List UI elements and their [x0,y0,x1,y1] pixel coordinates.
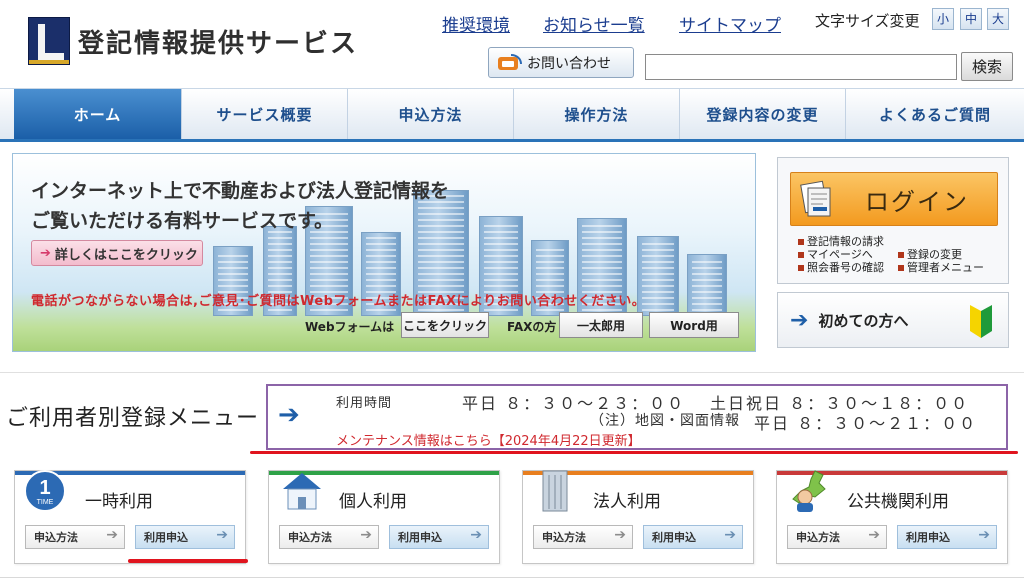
card-title: 一時利用 [85,492,153,512]
search-input[interactable] [645,54,957,80]
highlight-underline [250,451,1018,454]
japan-map-person-icon [785,467,835,515]
first-time-button[interactable]: ➔ 初めての方へ [777,292,1009,348]
bottom-divider [0,577,1024,578]
login-button[interactable]: ログイン [790,172,998,226]
nav-how-to-operate[interactable]: 操作方法 [514,89,680,139]
sitemap-link[interactable]: サイトマップ [679,11,781,36]
time-1-icon: 1 TIME [23,467,73,515]
font-size-small-button[interactable]: 小 [932,8,954,30]
card-title: 公共機関利用 [847,492,949,512]
how-to-apply-button[interactable]: 申込方法 ➔ [787,525,887,549]
card-public-agency-use: 公共機関利用 申込方法 ➔ 利用申込 ➔ [776,470,1008,564]
site-logo[interactable]: 登記情報提供サービス [28,16,358,66]
card-title: 法人利用 [593,492,661,512]
user-menu-title: ご利用者別登録メニュー [6,406,260,431]
nav-faq[interactable]: よくあるご質問 [846,89,1024,139]
banner-title-line1: インターネット上で不動産および法人登記情報を [31,180,450,202]
fax-ichitaro-button[interactable]: 一太郎用 [559,312,643,338]
house-icon [277,467,327,515]
card-personal-use: 個人利用 申込方法 ➔ 利用申込 ➔ [268,470,500,564]
section-divider [0,372,1024,373]
phone-icon [497,53,523,73]
arrow-right-icon: ➔ [40,245,51,261]
apply-button[interactable]: 利用申込 ➔ [897,525,997,549]
login-label: ログイン [865,187,969,216]
page: 登記情報提供サービス 推奨環境 お知らせ一覧 サイトマップ 文字サイズ変更 小 … [0,0,1024,585]
banner-title-line2: ご覧いただける有料サービスです。 [31,210,334,232]
hours-map-note: （注）地図・図面情報 [590,413,740,429]
contact-label: お問い合わせ [527,55,611,72]
card-title: 個人利用 [339,492,407,512]
beginner-mark-icon [968,305,994,339]
fax-label: FAXの方 [507,320,557,334]
nav-how-to-apply[interactable]: 申込方法 [348,89,514,139]
banner-title: インターネット上で不動産および法人登記情報を ご覧いただける有料サービスです。 [31,176,491,236]
font-size-medium-button[interactable]: 中 [960,8,982,30]
how-to-apply-button[interactable]: 申込方法 ➔ [25,525,125,549]
time-badge-number: 1 [39,477,50,499]
login-sub-reference-number[interactable]: 照会番号の確認 [798,259,884,275]
phone-notice: 電話がつながらない場合は,ご意見･ご質問はWebフォームまたはFAXによりお問い… [31,294,646,309]
card-corporate-use: 法人利用 申込方法 ➔ 利用申込 ➔ [522,470,754,564]
main-nav: ホーム サービス概要 申込方法 操作方法 登録内容の変更 よくあるご質問 [0,88,1024,142]
hours-box: ➔ 利用時間 平日 ８：３０～２３：００ 土日祝日 ８：３０～１８：００ （注）… [266,384,1008,450]
search-button[interactable]: 検索 [961,52,1013,81]
maintenance-link[interactable]: メンテナンス情報はこちら【2024年4月22日更新】 [336,430,641,449]
card-temporary-use: 1 TIME 一時利用 申込方法 ➔ 利用申込 ➔ [14,470,246,564]
login-panel: ログイン 登記情報の請求 マイページへ 照会番号の確認 登録の変更 管理者メニュ… [777,157,1009,284]
nav-home[interactable]: ホーム [14,89,182,139]
arrow-right-icon: ➔ [790,307,809,333]
how-to-apply-button[interactable]: 申込方法 ➔ [533,525,633,549]
font-size-large-button[interactable]: 大 [987,8,1009,30]
details-button[interactable]: ➔ 詳しくはここをクリック [31,240,203,266]
time-badge-label: TIME [37,499,54,506]
site-title: 登記情報提供サービス [78,28,359,59]
contact-button[interactable]: お問い合わせ [488,47,634,78]
font-size-label: 文字サイズ変更 [815,12,920,30]
recommended-env-link[interactable]: 推奨環境 [442,11,510,36]
logo-mark-icon [28,17,70,65]
how-to-apply-button[interactable]: 申込方法 ➔ [279,525,379,549]
first-time-label: 初めての方へ [818,311,909,330]
highlight-underline [128,559,248,563]
web-form-label: Webフォームは [305,320,395,334]
fax-word-button[interactable]: Word用 [649,312,739,338]
nav-change-registration[interactable]: 登録内容の変更 [680,89,846,139]
hours-map-time: 平日 ８：３０～２１：００ [754,414,978,433]
login-sub-admin-menu[interactable]: 管理者メニュー [898,259,984,275]
details-button-label: 詳しくはここをクリック [54,247,198,263]
building-icon [531,467,581,515]
document-icon [799,179,835,219]
nav-service-overview[interactable]: サービス概要 [182,89,348,139]
apply-button[interactable]: 利用申込 ➔ [389,525,489,549]
hero-banner: インターネット上で不動産および法人登記情報を ご覧いただける有料サービスです。 … [12,153,756,352]
web-form-button[interactable]: ここをクリック [401,312,489,338]
apply-button[interactable]: 利用申込 ➔ [643,525,743,549]
hours-label: 利用時間 [336,396,393,411]
arrow-right-icon: ➔ [278,400,300,430]
news-list-link[interactable]: お知らせ一覧 [543,11,645,36]
apply-button[interactable]: 利用申込 ➔ [135,525,235,549]
